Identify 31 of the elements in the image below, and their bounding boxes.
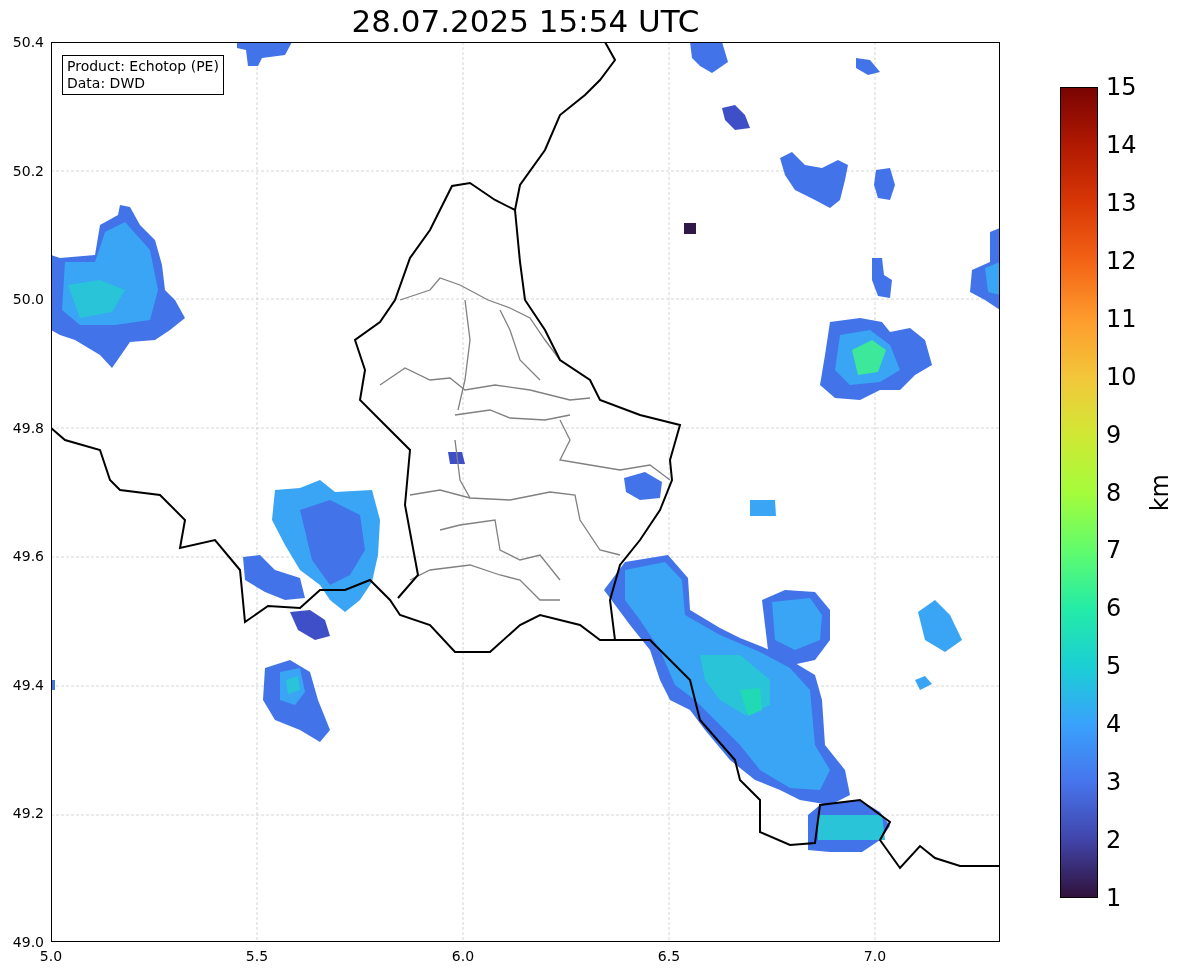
colorbar-tick-label: 4	[1106, 712, 1122, 737]
y-tick-label: 50.0	[12, 291, 44, 308]
colorbar-tick-label: 6	[1106, 596, 1122, 621]
y-tick-label: 49.2	[12, 805, 44, 822]
chart-title: 28.07.2025 15:54 UTC	[351, 5, 700, 37]
x-tick-label: 5.5	[245, 948, 269, 964]
x-tick-label: 6.5	[657, 948, 681, 964]
colorbar-tick-label: 3	[1106, 770, 1122, 795]
y-tick-label: 49.8	[12, 419, 44, 436]
y-tick-label: 50.2	[12, 162, 44, 179]
x-tick-label: 5.0	[39, 948, 63, 964]
colorbar-tick-label: 11	[1106, 306, 1137, 331]
y-tick-label: 49.0	[12, 934, 44, 950]
colorbar-tick-label: 9	[1106, 422, 1122, 447]
y-tick-label: 50.4	[12, 34, 44, 50]
colorbar-tick-label: 7	[1106, 538, 1122, 563]
colorbar-tick-label: 14	[1106, 132, 1137, 157]
colorbar-tick-label: 8	[1106, 480, 1122, 505]
x-tick-label: 6.0	[451, 948, 475, 964]
x-tick-label: 7.0	[863, 948, 887, 964]
colorbar-tick-label: 10	[1106, 364, 1137, 389]
colorbar-tick-label: 5	[1106, 654, 1122, 679]
info-box: Product: Echotop (PE) Data: DWD	[62, 55, 224, 95]
colorbar-tick-label: 15	[1106, 75, 1137, 99]
colorbar-tick-label: 13	[1106, 190, 1137, 215]
y-tick-label: 49.6	[12, 548, 44, 565]
colorbar-tick-label: 1	[1106, 886, 1122, 910]
colorbar-tick-label: 12	[1106, 248, 1137, 273]
y-tick-label: 49.4	[12, 676, 44, 693]
colorbar-label: km	[1146, 473, 1174, 512]
colorbar-tick-label: 2	[1106, 828, 1122, 853]
